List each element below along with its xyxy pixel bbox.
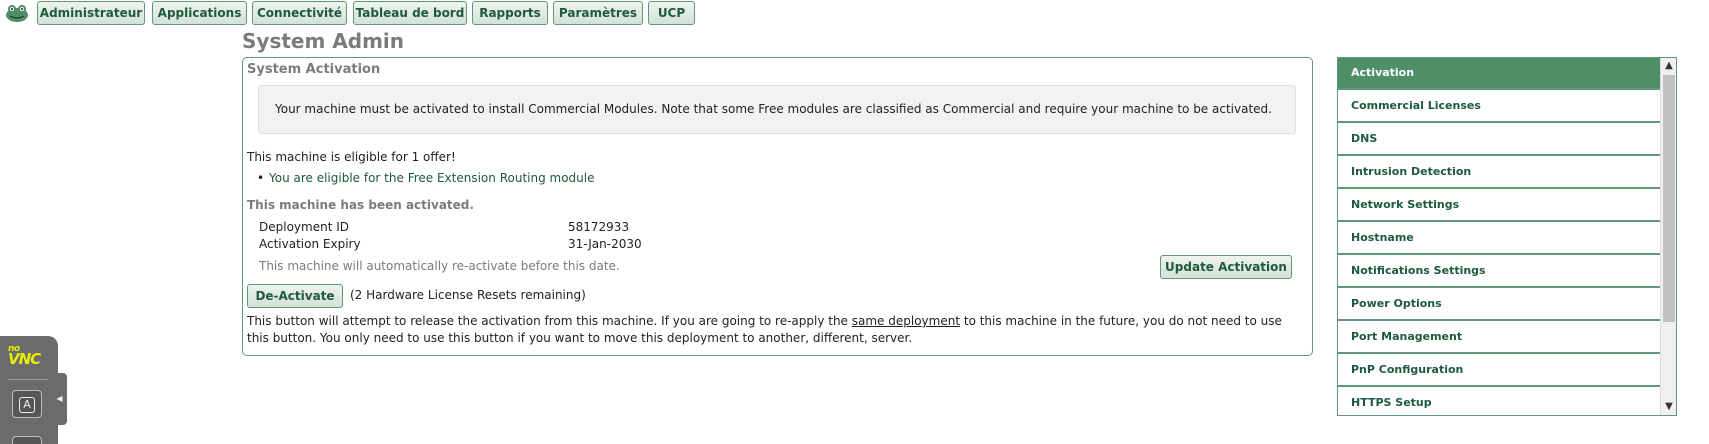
activation-expiry-value: 31-Jan-2030 <box>568 237 642 251</box>
side-menu-activation[interactable]: Activation <box>1338 58 1660 90</box>
release-text-before: This button will attempt to release the … <box>247 314 852 328</box>
deployment-id-label: Deployment ID <box>259 220 349 234</box>
side-menu-hostname[interactable]: Hostname <box>1338 223 1660 255</box>
side-menu-notifications-settings[interactable]: Notifications Settings <box>1338 256 1660 288</box>
extra-keys-button[interactable]: A <box>12 390 42 418</box>
nav-ucp[interactable]: UCP <box>648 1 695 25</box>
auto-reactivate-note: This machine will automatically re-activ… <box>259 259 620 273</box>
scroll-down-arrow-icon[interactable]: ▼ <box>1661 399 1676 415</box>
page-title: System Admin <box>242 29 405 53</box>
novnc-logo-bottom: VNC <box>8 350 41 368</box>
update-activation-button[interactable]: Update Activation <box>1160 255 1292 279</box>
side-menu-dns[interactable]: DNS <box>1338 124 1660 156</box>
offer-link[interactable]: You are eligible for the Free Extension … <box>257 171 594 185</box>
novnc-logo: no VNC <box>8 345 46 371</box>
system-activation-panel: System Activation Your machine must be a… <box>242 57 1313 356</box>
activation-expiry-label: Activation Expiry <box>259 237 361 251</box>
eligible-text: This machine is eligible for 1 offer! <box>247 150 456 164</box>
side-menu-intrusion-detection[interactable]: Intrusion Detection <box>1338 157 1660 189</box>
side-menu-network-settings[interactable]: Network Settings <box>1338 190 1660 222</box>
side-menu-port-management[interactable]: Port Management <box>1338 322 1660 354</box>
side-menu-scrollbar[interactable]: ▲ ▼ <box>1660 58 1676 415</box>
admin-side-menu: Activation Commercial Licenses DNS Intru… <box>1337 57 1677 416</box>
keyboard-key-icon: A <box>19 397 35 413</box>
deployment-id-value: 58172933 <box>568 220 630 234</box>
vnc-secondary-button[interactable] <box>12 436 42 444</box>
frog-logo-icon[interactable] <box>5 3 29 23</box>
scroll-up-arrow-icon[interactable]: ▲ <box>1661 58 1676 74</box>
vnc-panel-toggle-handle[interactable]: ◀ <box>52 373 67 425</box>
side-menu-https-setup[interactable]: HTTPS Setup <box>1338 388 1660 415</box>
side-menu-power-options[interactable]: Power Options <box>1338 289 1660 321</box>
vnc-divider <box>8 379 48 380</box>
nav-applications[interactable]: Applications <box>152 1 247 25</box>
section-title: System Activation <box>247 62 381 77</box>
nav-parametres[interactable]: Paramètres <box>553 1 643 25</box>
activation-notice: Your machine must be activated to instal… <box>258 85 1296 134</box>
nav-connectivite[interactable]: Connectivité <box>252 1 347 25</box>
same-deployment-link[interactable]: same deployment <box>852 314 960 328</box>
release-description: This button will attempt to release the … <box>247 313 1307 347</box>
side-menu-commercial-licenses[interactable]: Commercial Licenses <box>1338 91 1660 123</box>
license-resets-text: (2 Hardware License Resets remaining) <box>350 288 586 302</box>
scroll-thumb[interactable] <box>1663 75 1675 322</box>
nav-tableau-de-bord[interactable]: Tableau de bord <box>353 1 467 25</box>
side-menu-pnp-configuration[interactable]: PnP Configuration <box>1338 355 1660 387</box>
vnc-control-panel: no VNC A <box>0 336 58 444</box>
nav-administrateur[interactable]: Administrateur <box>37 1 145 25</box>
activated-status: This machine has been activated. <box>247 198 474 212</box>
nav-rapports[interactable]: Rapports <box>472 1 548 25</box>
deactivate-button[interactable]: De-Activate <box>247 284 343 308</box>
top-navigation: Administrateur Applications Connectivité… <box>0 0 1709 28</box>
